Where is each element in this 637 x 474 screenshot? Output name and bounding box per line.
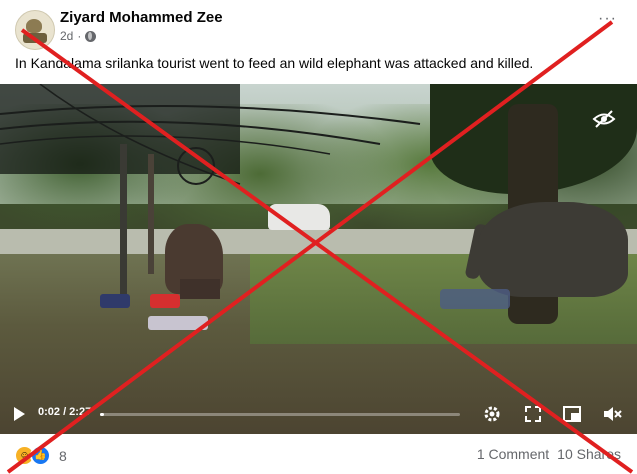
globe-icon	[85, 30, 97, 42]
pip-icon[interactable]	[562, 404, 582, 424]
post-menu-button[interactable]: ···	[598, 10, 617, 28]
author-avatar[interactable]	[15, 10, 55, 50]
video-scrubber[interactable]	[100, 413, 460, 416]
video-progress	[100, 413, 104, 416]
post-meta: 2d ·	[60, 29, 97, 43]
shares-link[interactable]: 10 Shares	[557, 446, 621, 462]
overhead-wires	[0, 84, 421, 185]
reactions-summary[interactable]: ☺ 👍 8	[14, 445, 67, 466]
post-time[interactable]: 2d	[60, 29, 73, 43]
video-controls: 0:02 / 2:27	[0, 394, 637, 434]
video-time: 0:02 / 2:27	[38, 406, 92, 418]
fullscreen-icon[interactable]	[523, 404, 543, 424]
video-player[interactable]: 0:02 / 2:27	[0, 84, 637, 434]
author-name[interactable]: Ziyard Mohammed Zee	[60, 9, 223, 26]
volume-muted-icon[interactable]	[602, 404, 622, 424]
like-reaction-icon: 👍	[30, 445, 51, 466]
post-footer: ☺ 👍 8 1 Comment 10 Shares	[0, 440, 637, 474]
eye-off-icon[interactable]	[589, 104, 619, 134]
reaction-count: 8	[59, 447, 67, 464]
post-header: Ziyard Mohammed Zee 2d · ···	[0, 0, 637, 52]
post-stats: 1 Comment 10 Shares	[477, 446, 621, 462]
comments-link[interactable]: 1 Comment	[477, 446, 549, 462]
post-caption: In Kandalama srilanka tourist went to fe…	[15, 55, 534, 71]
play-icon[interactable]	[10, 405, 28, 423]
settings-icon[interactable]	[482, 404, 502, 424]
